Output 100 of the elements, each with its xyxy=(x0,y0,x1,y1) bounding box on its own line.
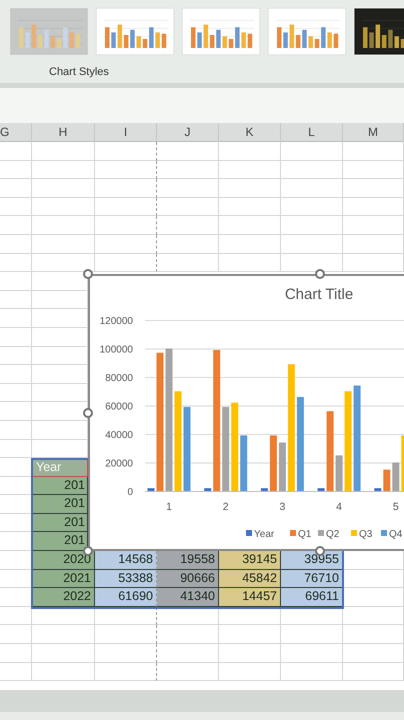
chart-area[interactable]: Chart Title 0 20000 40000 60000 80000 100000 120000 1 2 3 4 5 Year Q1 Q2 Q3 Q4 xyxy=(88,274,404,551)
empty-cell[interactable] xyxy=(95,179,157,198)
empty-cell[interactable] xyxy=(157,234,219,254)
empty-cell[interactable] xyxy=(219,234,281,254)
empty-cell[interactable] xyxy=(281,606,343,626)
empty-cell[interactable] xyxy=(95,662,157,682)
empty-cell[interactable] xyxy=(343,254,404,272)
empty-cell[interactable] xyxy=(281,216,343,235)
empty-cell[interactable] xyxy=(281,662,343,682)
empty-cell[interactable] xyxy=(157,160,219,180)
chart-style-thumbnail[interactable] xyxy=(268,8,346,55)
empty-cell[interactable] xyxy=(95,254,157,272)
empty-cell[interactable] xyxy=(0,198,32,216)
empty-cell[interactable] xyxy=(0,346,32,366)
empty-cell[interactable] xyxy=(95,198,157,216)
empty-cell[interactable] xyxy=(0,420,32,440)
empty-cell[interactable] xyxy=(95,142,157,161)
empty-cell[interactable] xyxy=(0,328,32,347)
empty-cell[interactable] xyxy=(343,179,404,198)
empty-cell[interactable] xyxy=(0,309,32,328)
chart-title[interactable]: Chart Title xyxy=(284,286,354,303)
column-header[interactable]: H xyxy=(32,123,95,142)
empty-cell[interactable] xyxy=(0,606,32,626)
empty-cell[interactable] xyxy=(0,662,32,682)
chart-style-thumbnail[interactable] xyxy=(10,8,88,55)
empty-cell[interactable] xyxy=(32,606,95,626)
empty-cell[interactable] xyxy=(281,142,343,161)
resize-handle[interactable] xyxy=(315,269,325,279)
empty-cell[interactable] xyxy=(281,625,343,644)
empty-cell[interactable] xyxy=(343,160,404,180)
empty-cell[interactable] xyxy=(32,216,95,235)
empty-cell[interactable] xyxy=(343,644,404,663)
column-header[interactable]: K xyxy=(219,123,281,142)
empty-cell[interactable] xyxy=(0,365,32,384)
empty-cell[interactable] xyxy=(219,662,281,682)
empty-cell[interactable] xyxy=(219,625,281,644)
empty-cell[interactable] xyxy=(343,606,404,626)
empty-cell[interactable] xyxy=(281,160,343,180)
empty-cell[interactable] xyxy=(219,644,281,663)
empty-cell[interactable] xyxy=(0,254,32,272)
chart-style-thumbnail[interactable] xyxy=(96,8,174,55)
empty-cell[interactable] xyxy=(0,625,32,644)
empty-cell[interactable] xyxy=(0,234,32,254)
empty-cell[interactable] xyxy=(32,160,95,180)
empty-cell[interactable] xyxy=(157,198,219,216)
empty-cell[interactable] xyxy=(95,234,157,254)
empty-cell[interactable] xyxy=(0,142,32,161)
resize-handle[interactable] xyxy=(83,408,93,418)
empty-cell[interactable] xyxy=(343,234,404,254)
empty-cell[interactable] xyxy=(0,179,32,198)
empty-cell[interactable] xyxy=(157,662,219,682)
column-header[interactable]: L xyxy=(281,123,343,142)
empty-cell[interactable] xyxy=(0,440,32,458)
empty-cell[interactable] xyxy=(32,644,95,663)
empty-cell[interactable] xyxy=(0,160,32,180)
empty-cell[interactable] xyxy=(32,198,95,216)
empty-cell[interactable] xyxy=(157,216,219,235)
empty-cell[interactable] xyxy=(95,625,157,644)
empty-cell[interactable] xyxy=(157,254,219,272)
empty-cell[interactable] xyxy=(281,198,343,216)
empty-cell[interactable] xyxy=(219,160,281,180)
resize-handle[interactable] xyxy=(83,269,93,279)
empty-cell[interactable] xyxy=(0,384,32,402)
empty-cell[interactable] xyxy=(0,644,32,663)
empty-cell[interactable] xyxy=(32,662,95,682)
empty-cell[interactable] xyxy=(219,254,281,272)
empty-cell[interactable] xyxy=(219,606,281,626)
empty-cell[interactable] xyxy=(281,234,343,254)
empty-cell[interactable] xyxy=(343,625,404,644)
empty-cell[interactable] xyxy=(343,198,404,216)
empty-cell[interactable] xyxy=(219,142,281,161)
empty-cell[interactable] xyxy=(157,606,219,626)
empty-cell[interactable] xyxy=(95,644,157,663)
empty-cell[interactable] xyxy=(157,179,219,198)
empty-cell[interactable] xyxy=(0,216,32,235)
empty-cell[interactable] xyxy=(95,216,157,235)
column-header[interactable]: I xyxy=(95,123,157,142)
empty-cell[interactable] xyxy=(0,272,32,291)
empty-cell[interactable] xyxy=(157,142,219,161)
empty-cell[interactable] xyxy=(32,625,95,644)
column-header[interactable]: J xyxy=(157,123,219,142)
column-header[interactable]: G xyxy=(0,123,32,142)
empty-cell[interactable] xyxy=(32,142,95,161)
empty-cell[interactable] xyxy=(343,662,404,682)
chart-style-thumbnail[interactable] xyxy=(182,8,260,55)
empty-cell[interactable] xyxy=(95,606,157,626)
empty-cell[interactable] xyxy=(157,625,219,644)
empty-cell[interactable] xyxy=(281,179,343,198)
empty-cell[interactable] xyxy=(219,216,281,235)
empty-cell[interactable] xyxy=(219,179,281,198)
empty-cell[interactable] xyxy=(32,179,95,198)
column-header[interactable]: M xyxy=(343,123,404,142)
empty-cell[interactable] xyxy=(281,644,343,663)
empty-cell[interactable] xyxy=(157,644,219,663)
empty-cell[interactable] xyxy=(343,142,404,161)
empty-cell[interactable] xyxy=(0,402,32,421)
empty-cell[interactable] xyxy=(95,160,157,180)
empty-cell[interactable] xyxy=(32,234,95,254)
empty-cell[interactable] xyxy=(343,216,404,235)
empty-cell[interactable] xyxy=(0,290,32,310)
